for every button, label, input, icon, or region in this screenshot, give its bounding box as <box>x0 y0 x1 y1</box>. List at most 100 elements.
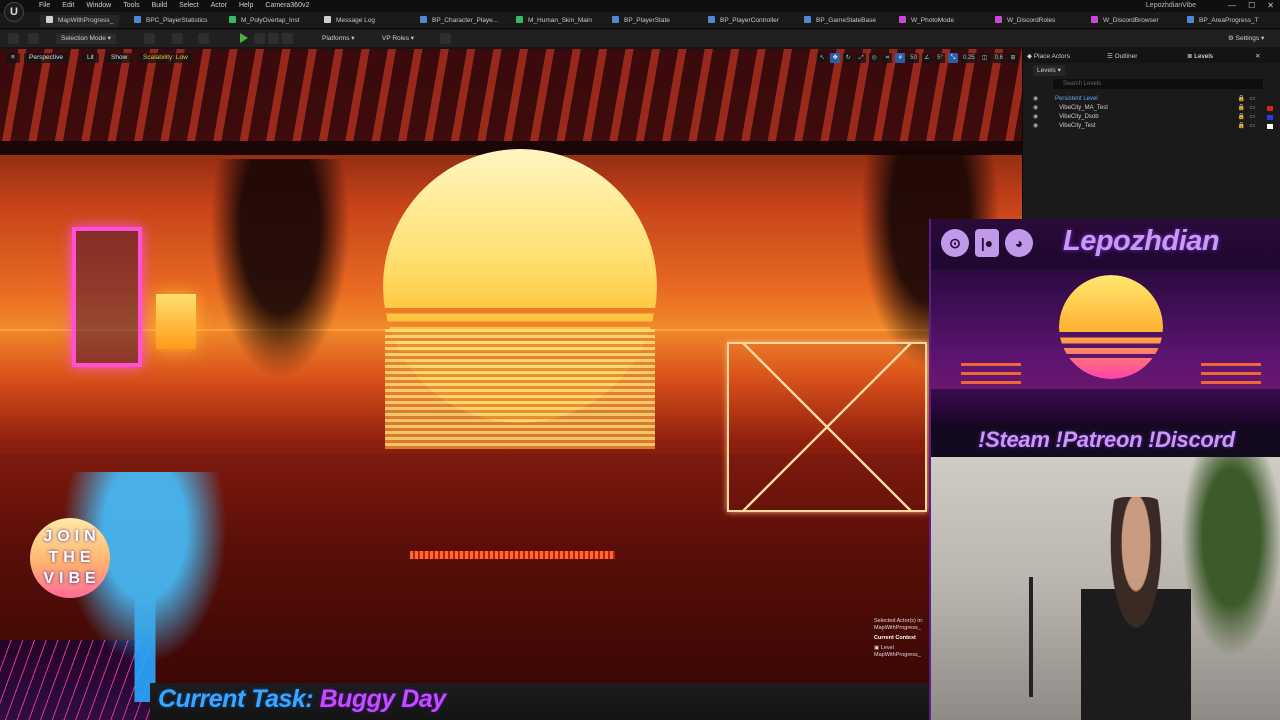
cinematics-icon[interactable] <box>198 33 209 44</box>
visibility-eye-icon[interactable]: ◉ <box>1033 113 1045 122</box>
camera-speed-icon[interactable]: ◫ <box>979 53 990 63</box>
scalability-warning[interactable]: Scalability: Low <box>138 53 193 63</box>
level-lock-icons[interactable]: 🔒▭ <box>1238 104 1259 113</box>
tab-mapwithprogress[interactable]: MapWithProgress_ <box>40 15 120 27</box>
show-button[interactable]: Show <box>106 53 133 63</box>
scale-snap-value[interactable]: 0.25 <box>960 53 977 63</box>
widget-icon <box>1091 16 1098 23</box>
menu-tools[interactable]: Tools <box>117 1 145 11</box>
material-icon <box>229 16 236 23</box>
lit-button[interactable]: Lit <box>82 53 99 63</box>
streamer-graphic <box>1081 497 1191 720</box>
step-icon[interactable] <box>254 33 265 44</box>
neon-portal-frame <box>72 227 142 367</box>
grid-snap-value[interactable]: 50 <box>908 53 919 63</box>
microphone-graphic <box>1011 577 1051 697</box>
tab-outliner[interactable]: ☰ Outliner <box>1107 51 1137 62</box>
wireframe-box[interactable] <box>727 342 927 512</box>
level-color-swatch[interactable] <box>1267 115 1273 120</box>
level-row[interactable]: ◉ VibeCity_MA_Test 🔒▭ <box>1033 104 1273 113</box>
tab-m-human-skin[interactable]: M_Human_Skin_Main <box>516 15 592 27</box>
select-tool-icon[interactable]: ↖ <box>817 53 828 63</box>
log-icon <box>324 16 331 23</box>
tab-w-discordbrowser[interactable]: W_DiscordBrowser <box>1091 15 1159 27</box>
rotate-tool-icon[interactable]: ↻ <box>843 53 854 63</box>
menu-actor[interactable]: Actor <box>205 1 233 11</box>
tab-bp-areaprogress[interactable]: BP_AreaProgress_T <box>1187 15 1259 27</box>
level-row[interactable]: ◉ VibeCity_Test 🔒▭ <box>1033 122 1273 131</box>
save-icon[interactable] <box>8 33 19 44</box>
menu-select[interactable]: Select <box>173 1 204 11</box>
tab-bpc-playerstatistics[interactable]: BPC_PlayerStatistics <box>134 15 207 27</box>
surface-snap-icon[interactable]: ⌗ <box>882 53 893 63</box>
levels-dropdown[interactable]: Levels ▾ <box>1033 65 1065 76</box>
tab-w-photomode[interactable]: W_PhotoMode <box>899 15 954 27</box>
unreal-logo-icon[interactable]: U <box>4 2 24 22</box>
source-control-icon[interactable] <box>440 33 451 44</box>
add-actor-icon[interactable] <box>144 33 155 44</box>
level-row-persistent[interactable]: ◉ Persistent Level 🔒▭ <box>1033 95 1273 104</box>
selection-mode-dropdown[interactable]: Selection Mode ▾ <box>56 33 116 44</box>
rotation-snap-icon[interactable]: ∠ <box>921 53 932 63</box>
level-lock-icons[interactable]: 🔒▭ <box>1238 122 1259 131</box>
close-icon[interactable]: ✕ <box>1267 0 1274 11</box>
close-panel-icon[interactable]: ✕ <box>1255 51 1260 62</box>
rotation-snap-value[interactable]: 5° <box>934 53 945 63</box>
visibility-eye-icon[interactable]: ◉ <box>1033 104 1045 113</box>
menu-camera360[interactable]: Camera360v2 <box>259 1 315 11</box>
vp-roles-dropdown[interactable]: VP Roles ▾ <box>382 33 414 44</box>
visibility-eye-icon[interactable]: ◉ <box>1033 122 1045 131</box>
document-tabs: MapWithProgress_ BPC_PlayerStatistics M_… <box>0 12 1280 29</box>
menu-help[interactable]: Help <box>233 1 259 11</box>
world-space-icon[interactable]: ◎ <box>869 53 880 63</box>
level-color-swatch[interactable] <box>1267 124 1273 129</box>
join-the-vibe-text: JOIN THE VIBE <box>43 528 101 587</box>
place-actors-icon: ◆ <box>1027 53 1032 60</box>
tab-m-polyoverlap[interactable]: M_PolyOverlap_Inst <box>229 15 300 27</box>
blueprint-menu-icon[interactable] <box>172 33 183 44</box>
tab-bp-gamestatebase[interactable]: BP_GameStateBase <box>804 15 876 27</box>
menu-file[interactable]: File <box>33 1 56 11</box>
tab-message-log[interactable]: Message Log <box>324 15 375 27</box>
minimize-icon[interactable]: — <box>1228 0 1236 11</box>
context-map-label: MapWithProgress_ <box>874 652 921 658</box>
content-browser-icon[interactable] <box>28 33 39 44</box>
level-row[interactable]: ◉ VibeCity_Dsob 🔒▭ <box>1033 113 1273 122</box>
move-tool-icon[interactable]: ✥ <box>830 53 841 63</box>
search-levels-input[interactable]: Search Levels <box>1053 79 1263 89</box>
menu-edit[interactable]: Edit <box>56 1 80 11</box>
menu-window[interactable]: Window <box>80 1 117 11</box>
level-lock-icons[interactable]: 🔒▭ <box>1238 95 1259 104</box>
blueprint-icon <box>804 16 811 23</box>
tab-bp-playerstate[interactable]: BP_PlayerState <box>612 15 670 27</box>
scale-snap-icon[interactable]: ⤡ <box>947 53 958 63</box>
tab-bp-playercontroller[interactable]: BP_PlayerController <box>708 15 779 27</box>
current-task-label: Current Task: <box>158 685 314 713</box>
menu-build[interactable]: Build <box>146 1 174 11</box>
maximize-viewport-icon[interactable]: ⊞ <box>1008 53 1018 63</box>
stop-icon[interactable] <box>268 33 279 44</box>
maximize-icon[interactable]: ☐ <box>1248 0 1255 11</box>
play-icon[interactable] <box>240 33 248 43</box>
selected-actors-label: Selected Actor(s) in: <box>874 618 924 624</box>
eject-icon[interactable] <box>282 33 293 44</box>
tab-bp-character[interactable]: BP_Character_Playe... <box>420 15 498 27</box>
context-type-label: ▣ Level <box>874 645 894 651</box>
synthwave-sun <box>1059 275 1163 379</box>
level-color-swatch[interactable] <box>1267 106 1273 111</box>
platforms-dropdown[interactable]: Platforms ▾ <box>322 33 355 44</box>
tab-place-actors[interactable]: ◆ Place Actors <box>1027 51 1070 62</box>
level-lock-icons[interactable]: 🔒▭ <box>1238 113 1259 122</box>
scale-tool-icon[interactable]: ⤢ <box>856 53 867 63</box>
visibility-eye-icon[interactable]: ◉ <box>1033 95 1045 104</box>
settings-dropdown[interactable]: ⚙ Settings ▾ <box>1228 33 1264 44</box>
camera-speed-value[interactable]: 0.6 <box>992 53 1005 63</box>
social-commands: !Steam !Patreon !Discord <box>931 424 1280 456</box>
hamburger-menu-icon[interactable]: ≡ <box>6 53 20 63</box>
grid-snap-icon[interactable]: # <box>895 53 906 63</box>
sun-reflection <box>385 329 655 449</box>
tab-w-discordroles[interactable]: W_DiscordRoles <box>995 15 1055 27</box>
perspective-button[interactable]: Perspective <box>24 53 68 63</box>
tab-levels[interactable]: ≣ Levels <box>1187 51 1213 62</box>
glowing-lamp <box>156 294 196 349</box>
